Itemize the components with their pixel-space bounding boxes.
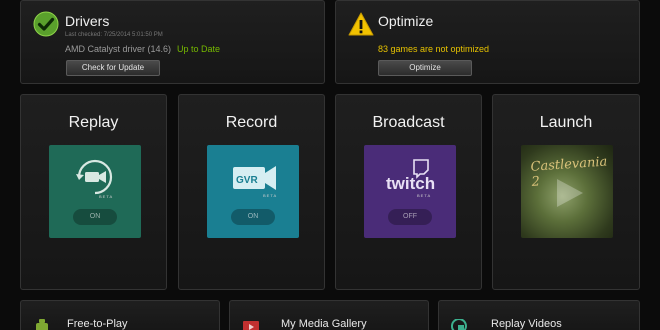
drivers-panel: Drivers Last checked: 7/25/2014 5:01:50 …: [20, 0, 325, 84]
record-gvr-text: GVR: [236, 175, 258, 186]
last-checked-text: Last checked: 7/25/2014 5:01:50 PM: [65, 32, 163, 38]
drivers-title: Drivers: [65, 13, 110, 29]
replay-toggle[interactable]: ON: [73, 209, 117, 225]
record-tile[interactable]: GVR BETA ON: [207, 145, 299, 238]
android-icon: [36, 319, 48, 330]
optimize-panel: Optimize 83 games are not optimized Opti…: [335, 0, 640, 84]
record-panel[interactable]: Record GVR BETA ON: [178, 94, 325, 290]
driver-status-line: AMD Catalyst driver (14.6) Up to Date: [65, 44, 220, 54]
replay-videos-label: Replay Videos: [491, 318, 562, 330]
replay-camera-icon: [76, 159, 113, 195]
broadcast-title: Broadcast: [372, 114, 445, 131]
launch-title: Launch: [539, 114, 593, 131]
broadcast-twitch-text: twitch: [386, 174, 435, 193]
check-for-update-button[interactable]: Check for Update: [66, 60, 160, 76]
media-gallery-icon: [243, 321, 259, 330]
record-title: Record: [225, 114, 278, 131]
replay-panel[interactable]: Replay BETA ON: [20, 94, 167, 290]
free-to-play-panel[interactable]: Free-to-Play: [20, 300, 220, 330]
replay-title: Replay: [68, 114, 119, 131]
record-toggle[interactable]: ON: [231, 209, 275, 225]
free-to-play-label: Free-to-Play: [67, 318, 128, 330]
replay-tile[interactable]: BETA ON: [49, 145, 141, 238]
checkmark-icon: [33, 11, 59, 37]
record-beta-badge: BETA: [263, 193, 278, 198]
optimize-title: Optimize: [378, 13, 434, 29]
optimize-status: 83 games are not optimized: [378, 44, 490, 54]
media-gallery-label: My Media Gallery: [281, 318, 367, 330]
driver-up-to-date: Up to Date: [177, 44, 221, 54]
launch-panel[interactable]: Launch Castlevania 2: [492, 94, 640, 290]
play-icon: [557, 179, 583, 207]
record-camera-icon: GVR: [233, 166, 276, 190]
warning-icon: [348, 12, 374, 36]
driver-name: AMD Catalyst driver (14.6): [65, 44, 172, 54]
optimize-button[interactable]: Optimize: [378, 60, 472, 76]
twitch-icon: twitch: [386, 159, 435, 193]
replay-videos-icon: [451, 319, 467, 330]
broadcast-tile[interactable]: twitch BETA OFF: [364, 145, 456, 238]
broadcast-panel[interactable]: Broadcast twitch BETA OFF: [335, 94, 482, 290]
broadcast-beta-badge: BETA: [417, 193, 432, 198]
launch-game-art[interactable]: Castlevania 2: [521, 145, 613, 238]
replay-videos-panel[interactable]: Replay Videos: [438, 300, 640, 330]
media-gallery-panel[interactable]: My Media Gallery: [229, 300, 429, 330]
broadcast-toggle[interactable]: OFF: [388, 209, 432, 225]
replay-beta-badge: BETA: [99, 194, 114, 199]
